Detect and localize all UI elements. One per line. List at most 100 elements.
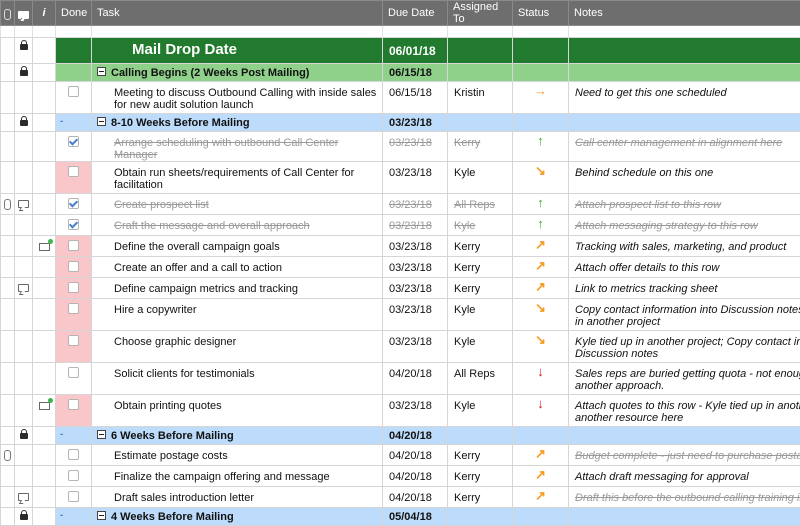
task-row[interactable]: Hire a copywriter03/23/18Kyle↘Copy conta…	[1, 299, 800, 331]
assigned-to-cell[interactable]: Kristin	[448, 82, 513, 114]
task-cell[interactable]: Create an offer and a call to action	[92, 257, 383, 278]
done-checkbox[interactable]	[68, 449, 79, 460]
info-cell[interactable]	[33, 466, 56, 487]
task-cell[interactable]: 6 Weeks Before Mailing	[92, 427, 383, 445]
assigned-to-cell[interactable]	[448, 38, 513, 64]
notes-cell[interactable]: Attach prospect list to this row	[569, 194, 800, 215]
comment-cell[interactable]	[15, 64, 33, 82]
attachment-cell[interactable]	[1, 445, 15, 466]
assigned-to-column-header[interactable]: Assigned To	[448, 1, 513, 26]
info-cell[interactable]	[33, 427, 56, 445]
assigned-to-cell[interactable]: Kerry	[448, 132, 513, 162]
status-cell[interactable]: ↑	[513, 132, 569, 162]
due-date-cell[interactable]: 03/23/18	[383, 215, 448, 236]
notes-cell[interactable]: Copy contact information into Discussion…	[569, 299, 800, 331]
comments-column-header[interactable]	[15, 1, 33, 26]
status-cell[interactable]	[513, 508, 569, 526]
assigned-to-cell[interactable]: Kerry	[448, 487, 513, 508]
done-checkbox[interactable]	[68, 470, 79, 481]
task-row[interactable]: Estimate postage costs04/20/18Kerry↗Budg…	[1, 445, 800, 466]
assigned-to-cell[interactable]: Kyle	[448, 395, 513, 427]
notes-cell[interactable]: Attach draft messaging for approval	[569, 466, 800, 487]
due-date-cell[interactable]: 03/23/18	[383, 395, 448, 427]
due-date-cell[interactable]: 05/04/18	[383, 508, 448, 526]
notes-cell[interactable]: Attach messaging strategy to this row	[569, 215, 800, 236]
due-date-cell[interactable]: 03/23/18	[383, 236, 448, 257]
status-cell[interactable]	[513, 64, 569, 82]
assigned-to-cell[interactable]	[448, 114, 513, 132]
due-date-cell[interactable]: 03/23/18	[383, 257, 448, 278]
done-cell[interactable]: -	[56, 427, 92, 445]
collapse-toggle-icon[interactable]	[97, 67, 106, 76]
status-cell[interactable]	[513, 38, 569, 64]
done-cell[interactable]	[56, 445, 92, 466]
comment-cell[interactable]	[15, 132, 33, 162]
comment-icon[interactable]	[18, 493, 29, 501]
done-cell[interactable]	[56, 257, 92, 278]
notes-cell[interactable]: Kyle tied up in another project; Copy co…	[569, 331, 800, 363]
attachment-icon[interactable]	[4, 450, 11, 461]
attachment-cell[interactable]	[1, 299, 15, 331]
done-cell[interactable]	[56, 64, 92, 82]
assigned-to-cell[interactable]: Kerry	[448, 445, 513, 466]
notes-cell[interactable]	[569, 427, 800, 445]
comment-cell[interactable]	[15, 162, 33, 194]
attachment-cell[interactable]	[1, 38, 15, 64]
attachment-cell[interactable]	[1, 82, 15, 114]
notes-cell[interactable]	[569, 508, 800, 526]
notes-cell[interactable]: Behind schedule on this one	[569, 162, 800, 194]
task-row[interactable]: Finalize the campaign offering and messa…	[1, 466, 800, 487]
task-cell[interactable]: Hire a copywriter	[92, 299, 383, 331]
done-checkbox[interactable]	[68, 399, 79, 410]
comment-cell[interactable]	[15, 257, 33, 278]
assigned-to-cell[interactable]: Kyle	[448, 299, 513, 331]
assigned-to-cell[interactable]: Kerry	[448, 466, 513, 487]
status-cell[interactable]: ↑	[513, 215, 569, 236]
task-cell[interactable]: Solicit clients for testimonials	[92, 363, 383, 395]
task-cell[interactable]: Mail Drop Date	[92, 38, 383, 64]
done-checkbox[interactable]	[68, 491, 79, 502]
comment-cell[interactable]	[15, 299, 33, 331]
status-column-header[interactable]: Status	[513, 1, 569, 26]
task-row[interactable]: Choose graphic designer03/23/18Kyle↘Kyle…	[1, 331, 800, 363]
attachment-column-header[interactable]	[1, 1, 15, 26]
comment-cell[interactable]	[15, 215, 33, 236]
info-cell[interactable]	[33, 257, 56, 278]
notes-cell[interactable]	[569, 114, 800, 132]
task-cell[interactable]: Craft the message and overall approach	[92, 215, 383, 236]
done-checkbox[interactable]	[68, 335, 79, 346]
notes-cell[interactable]: Call center management in alignment here	[569, 132, 800, 162]
status-cell[interactable]: ↑	[513, 194, 569, 215]
info-cell[interactable]	[33, 132, 56, 162]
done-checkbox[interactable]	[68, 282, 79, 293]
task-column-header[interactable]: Task	[92, 1, 383, 26]
task-cell[interactable]: Choose graphic designer	[92, 331, 383, 363]
assigned-to-cell[interactable]	[448, 427, 513, 445]
collapse-toggle-icon[interactable]	[97, 117, 106, 126]
attachment-cell[interactable]	[1, 278, 15, 299]
collapse-toggle-icon[interactable]	[97, 430, 106, 439]
due-date-cell[interactable]: 06/15/18	[383, 64, 448, 82]
done-cell[interactable]: -	[56, 114, 92, 132]
due-date-cell[interactable]: 03/23/18	[383, 331, 448, 363]
task-row[interactable]: Create an offer and a call to action03/2…	[1, 257, 800, 278]
mail-update-icon[interactable]	[39, 402, 50, 410]
due-date-cell[interactable]: 03/23/18	[383, 114, 448, 132]
status-cell[interactable]	[513, 427, 569, 445]
task-cell[interactable]: Calling Begins (2 Weeks Post Mailing)	[92, 64, 383, 82]
comment-cell[interactable]	[15, 445, 33, 466]
sheet-title-row[interactable]: Mail Drop Date06/01/18	[1, 38, 800, 64]
done-checkbox[interactable]	[68, 166, 79, 177]
info-cell[interactable]	[33, 82, 56, 114]
info-cell[interactable]	[33, 508, 56, 526]
task-cell[interactable]: Define the overall campaign goals	[92, 236, 383, 257]
attachment-cell[interactable]	[1, 132, 15, 162]
comment-cell[interactable]	[15, 82, 33, 114]
info-cell[interactable]	[33, 194, 56, 215]
info-cell[interactable]	[33, 236, 56, 257]
status-cell[interactable]: ↗	[513, 445, 569, 466]
status-cell[interactable]: ↗	[513, 487, 569, 508]
collapse-toggle-icon[interactable]	[97, 511, 106, 520]
assigned-to-cell[interactable]: Kyle	[448, 331, 513, 363]
status-cell[interactable]: →	[513, 82, 569, 114]
